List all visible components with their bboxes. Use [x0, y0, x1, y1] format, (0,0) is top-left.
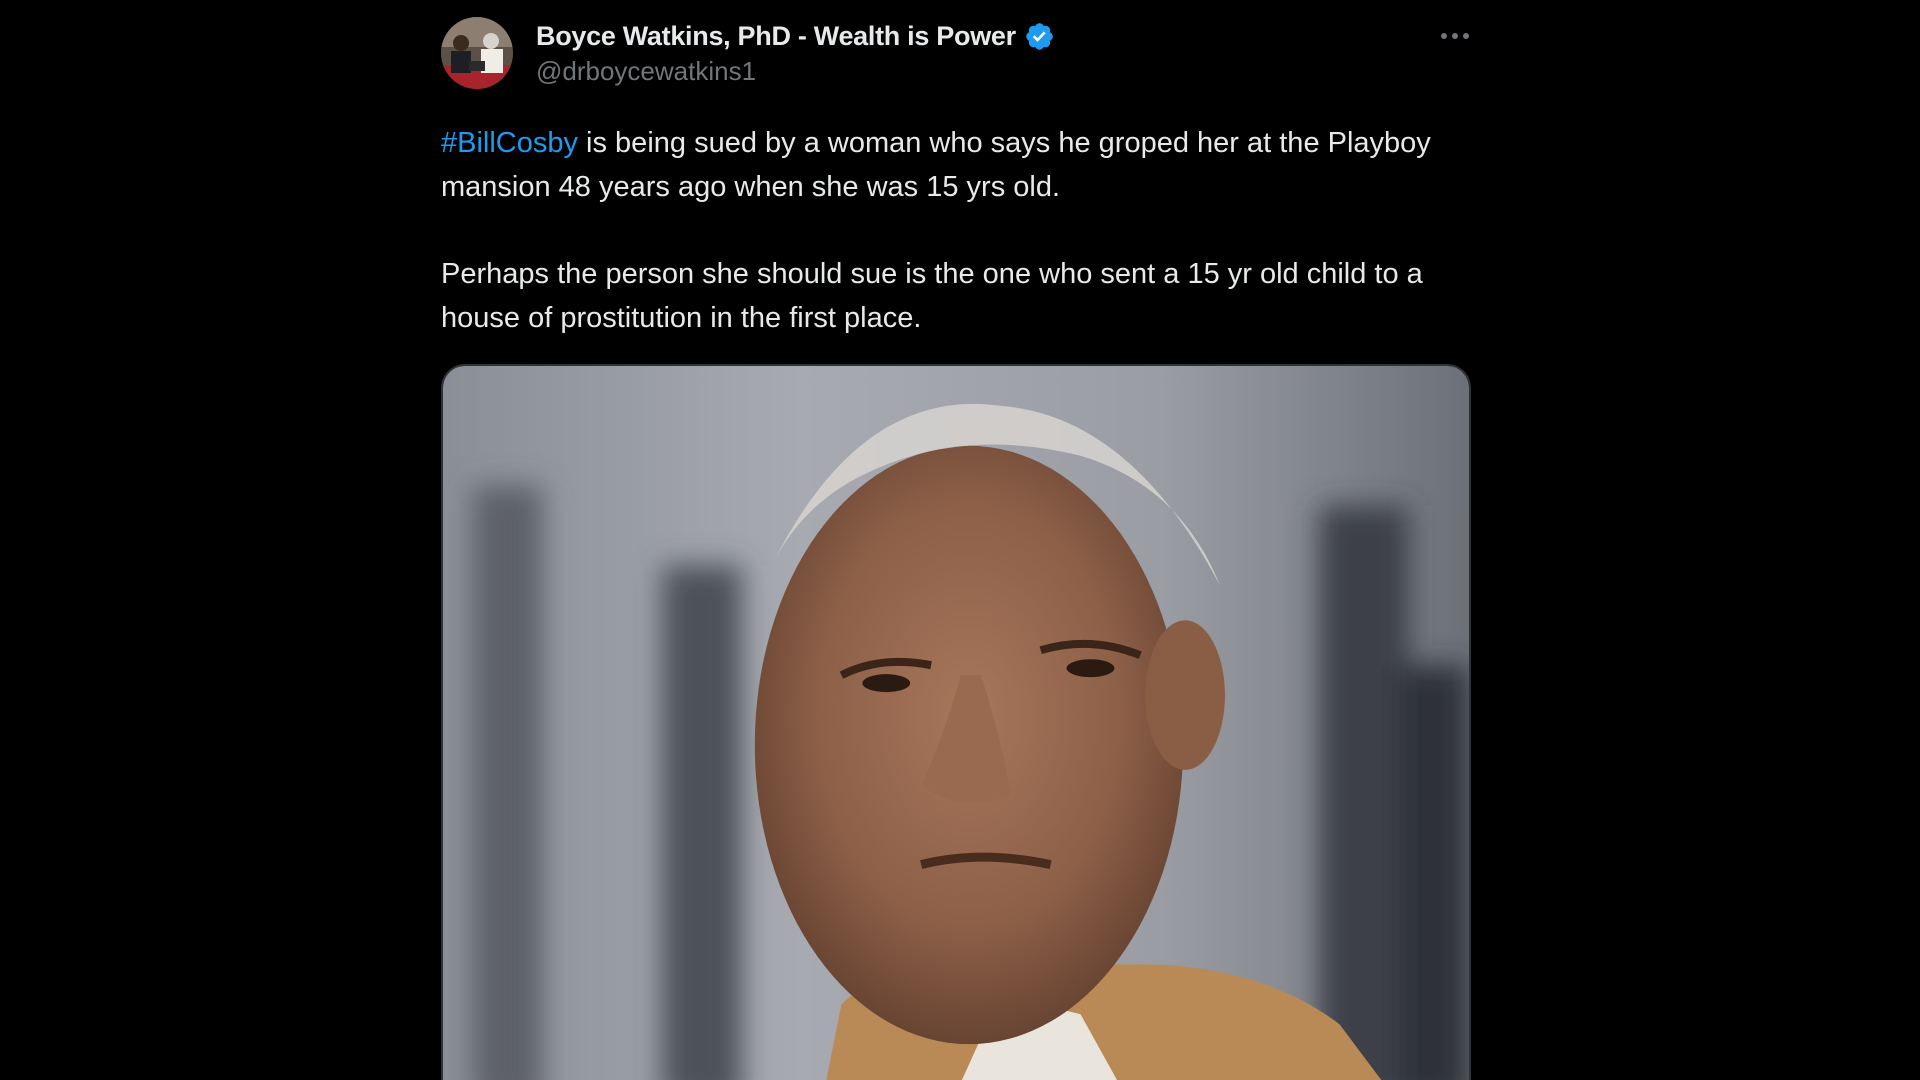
tweet-body: #BillCosby is being sued by a woman who …	[441, 121, 1471, 340]
more-horizontal-icon	[1441, 33, 1469, 39]
tweet-media-photo[interactable]	[441, 364, 1471, 1080]
author-avatar[interactable]	[441, 17, 513, 89]
author-display-name[interactable]: Boyce Watkins, PhD - Wealth is Power	[536, 21, 1016, 52]
author-handle[interactable]: @drboycewatkins1	[536, 56, 756, 87]
hashtag-link[interactable]: #BillCosby	[441, 127, 578, 159]
tweet-text-segment: is being sued by a woman who says he gro…	[441, 127, 1431, 203]
author-name-row[interactable]: Boyce Watkins, PhD - Wealth is Power	[536, 18, 1055, 54]
avatar-image	[441, 17, 513, 89]
more-options-button[interactable]	[1431, 20, 1479, 52]
verified-badge-icon	[1026, 22, 1053, 50]
photo-image	[443, 366, 1469, 1080]
tweet-card[interactable]: Boyce Watkins, PhD - Wealth is Power @dr…	[441, 0, 1471, 1080]
tweet-paragraph: #BillCosby is being sued by a woman who …	[441, 121, 1471, 209]
tweet-paragraph: Perhaps the person she should sue is the…	[441, 258, 1423, 334]
